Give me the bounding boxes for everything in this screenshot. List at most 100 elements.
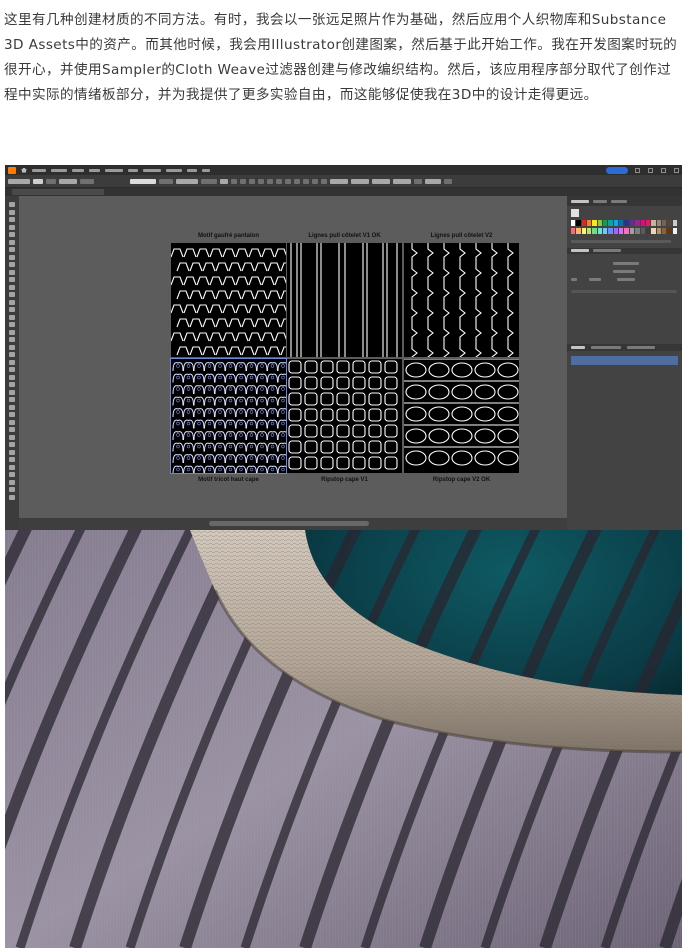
panel-tab[interactable]: [593, 249, 621, 252]
tool-icon[interactable]: [9, 352, 15, 357]
document-tab[interactable]: [12, 189, 104, 195]
tool-icon[interactable]: [9, 434, 15, 440]
color-swatch[interactable]: [651, 227, 656, 234]
scrollbar-thumb[interactable]: [209, 521, 369, 526]
tool-icon[interactable]: [9, 442, 15, 447]
fill-swatch[interactable]: [33, 178, 43, 184]
tool-icon[interactable]: [9, 232, 15, 237]
tool-icon[interactable]: [9, 239, 15, 245]
tool-icon[interactable]: [9, 269, 15, 275]
color-swatch[interactable]: [571, 227, 576, 234]
constrain-icon[interactable]: [414, 178, 422, 184]
color-swatch[interactable]: [603, 227, 608, 234]
align-center-icon[interactable]: [249, 178, 255, 184]
tool-icon[interactable]: [9, 389, 15, 395]
color-swatch[interactable]: [635, 220, 640, 226]
menu-item[interactable]: [32, 168, 46, 172]
menu-item[interactable]: [143, 168, 161, 172]
tool-icon[interactable]: [9, 322, 15, 327]
tool-icon[interactable]: [9, 374, 15, 380]
color-swatch[interactable]: [587, 227, 592, 234]
tool-icon[interactable]: [9, 382, 15, 387]
artboard-waffle-arches[interactable]: [171, 243, 286, 357]
tool-icon[interactable]: [9, 254, 15, 260]
color-swatch[interactable]: [667, 220, 672, 226]
panel-menu-icon[interactable]: [444, 178, 452, 184]
color-swatch[interactable]: [597, 227, 603, 234]
color-swatch[interactable]: [571, 220, 576, 226]
minimize-icon[interactable]: [648, 167, 653, 173]
tool-icon[interactable]: [9, 494, 15, 500]
color-swatch[interactable]: [661, 227, 667, 234]
color-swatch[interactable]: [640, 227, 645, 234]
color-swatch[interactable]: [592, 227, 597, 234]
brush-dropdown[interactable]: [159, 178, 173, 184]
menu-item[interactable]: [72, 168, 84, 172]
style-dropdown[interactable]: [201, 178, 217, 184]
y-field[interactable]: [351, 178, 369, 184]
color-swatch[interactable]: [629, 220, 635, 226]
swatches-grid[interactable]: [571, 220, 677, 234]
tool-icon[interactable]: [9, 427, 15, 432]
color-swatch[interactable]: [592, 220, 597, 226]
menu-item[interactable]: [128, 168, 138, 172]
tool-icon[interactable]: [9, 472, 15, 477]
align-top-icon[interactable]: [267, 178, 273, 184]
color-swatch[interactable]: [651, 220, 656, 226]
color-swatch[interactable]: [619, 227, 624, 234]
tool-icon[interactable]: [9, 412, 15, 417]
tool-icon[interactable]: [9, 404, 15, 410]
panel-tab[interactable]: [571, 200, 589, 203]
fill-stroke-swatch[interactable]: [571, 209, 579, 217]
artboard-canvas[interactable]: Motif gaufré pantalon Lignes pull côtelet…: [19, 196, 567, 518]
panel-tab[interactable]: [593, 200, 607, 203]
color-swatch[interactable]: [640, 220, 645, 226]
tool-icon[interactable]: [9, 247, 15, 252]
tool-icon[interactable]: [9, 209, 15, 215]
color-swatch[interactable]: [576, 220, 581, 226]
tool-icon[interactable]: [9, 277, 15, 282]
tool-icon[interactable]: [9, 262, 15, 267]
tool-icon[interactable]: [9, 464, 15, 470]
horizontal-scrollbar[interactable]: [19, 518, 567, 530]
menu-item[interactable]: [51, 168, 67, 172]
color-swatch[interactable]: [613, 220, 619, 226]
maximize-icon[interactable]: [661, 167, 666, 173]
panel-tab[interactable]: [627, 346, 655, 349]
color-swatch[interactable]: [629, 227, 635, 234]
account-button[interactable]: [606, 166, 628, 174]
color-swatch[interactable]: [667, 227, 672, 234]
artboard-ripstop-grid[interactable]: [287, 359, 402, 473]
stroke-weight-field[interactable]: [59, 178, 77, 184]
opacity-field[interactable]: [176, 178, 198, 184]
color-swatch[interactable]: [613, 227, 619, 234]
color-swatch[interactable]: [656, 227, 661, 234]
distribute-icon[interactable]: [303, 178, 309, 184]
tool-icon[interactable]: [9, 479, 15, 485]
color-swatch[interactable]: [656, 220, 661, 226]
tool-icon[interactable]: [9, 217, 15, 222]
color-swatch[interactable]: [624, 227, 629, 234]
tool-icon[interactable]: [9, 487, 15, 492]
distribute-icon[interactable]: [312, 178, 318, 184]
tool-icon[interactable]: [9, 367, 15, 372]
color-swatch[interactable]: [581, 220, 587, 226]
color-swatch[interactable]: [619, 220, 624, 226]
panel-tab-layers[interactable]: [571, 346, 585, 349]
x-field[interactable]: [330, 178, 348, 184]
color-swatch[interactable]: [672, 227, 677, 234]
tool-icon[interactable]: [9, 284, 15, 290]
color-swatch[interactable]: [624, 220, 629, 226]
align-middle-icon[interactable]: [276, 178, 282, 184]
layer-row[interactable]: [571, 356, 678, 365]
color-swatch[interactable]: [608, 220, 613, 226]
home-icon[interactable]: [21, 167, 27, 173]
artboard-vertical-ribs[interactable]: [287, 243, 402, 357]
transform-field[interactable]: [425, 178, 441, 184]
distribute-icon[interactable]: [294, 178, 300, 184]
brush-definition[interactable]: [130, 178, 156, 184]
color-swatch[interactable]: [645, 220, 651, 226]
tool-icon[interactable]: [9, 307, 15, 312]
color-swatch[interactable]: [576, 227, 581, 234]
align-right-icon[interactable]: [258, 178, 264, 184]
